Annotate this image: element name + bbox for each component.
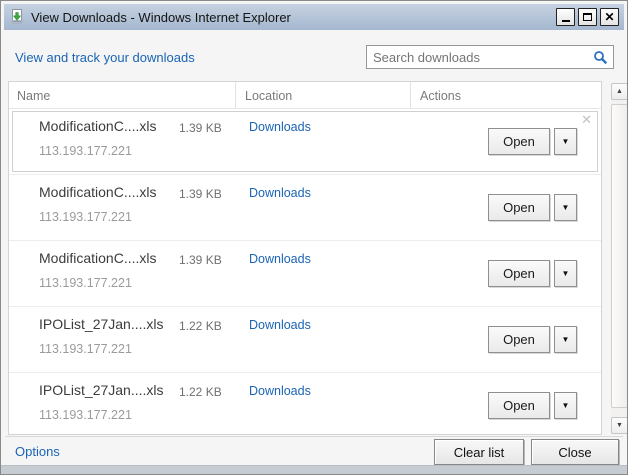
source-address: 113.193.177.221	[39, 342, 132, 356]
scroll-up-button[interactable]: ▲	[611, 83, 628, 100]
download-list: ModificationC....xls 1.39 KB Downloads 1…	[9, 109, 601, 435]
file-name: ModificationC....xls	[39, 118, 156, 134]
maximize-button[interactable]	[578, 8, 597, 26]
window-title: View Downloads - Windows Internet Explor…	[31, 10, 291, 25]
window-bottom-edge	[1, 465, 627, 474]
caret-down-icon: ▼	[562, 269, 570, 278]
file-name: ModificationC....xls	[39, 184, 156, 200]
caret-down-icon: ▼	[562, 137, 570, 146]
file-size: 1.39 KB	[179, 253, 222, 267]
column-divider	[410, 82, 411, 108]
column-header-name: Name	[17, 89, 50, 103]
minimize-icon	[562, 14, 570, 22]
open-dropdown-button[interactable]: ▼	[554, 128, 577, 155]
clear-list-button[interactable]: Clear list	[434, 439, 524, 465]
source-address: 113.193.177.221	[39, 276, 132, 290]
vertical-scrollbar[interactable]: ▲ ▼	[611, 83, 628, 434]
location-link[interactable]: Downloads	[249, 318, 311, 332]
window-controls: ✕	[556, 8, 619, 26]
file-size: 1.39 KB	[179, 121, 222, 135]
scroll-down-icon: ▼	[616, 422, 623, 429]
scroll-up-icon: ▲	[616, 88, 623, 95]
open-dropdown-button[interactable]: ▼	[554, 260, 577, 287]
download-row[interactable]: IPOList_27Jan....xls 1.22 KB Downloads 1…	[9, 307, 601, 373]
close-dialog-button[interactable]: Close	[531, 439, 619, 465]
close-button[interactable]: ✕	[600, 8, 619, 26]
caret-down-icon: ▼	[562, 401, 570, 410]
download-row[interactable]: IPOList_27Jan....xls 1.22 KB Downloads 1…	[9, 373, 601, 435]
scrollbar-thumb[interactable]	[611, 104, 628, 408]
minimize-button[interactable]	[556, 8, 575, 26]
downloads-list-container: Name Location Actions ModificationC....x…	[8, 81, 602, 435]
open-dropdown-button[interactable]: ▼	[554, 326, 577, 353]
open-button[interactable]: Open	[488, 260, 550, 287]
caret-down-icon: ▼	[562, 335, 570, 344]
location-link[interactable]: Downloads	[249, 186, 311, 200]
open-button[interactable]: Open	[488, 326, 550, 353]
column-header-actions: Actions	[420, 89, 461, 103]
source-address: 113.193.177.221	[39, 408, 132, 422]
open-button[interactable]: Open	[488, 194, 550, 221]
download-row[interactable]: ModificationC....xls 1.39 KB Downloads 1…	[9, 241, 601, 307]
file-name: IPOList_27Jan....xls	[39, 316, 164, 332]
caret-down-icon: ▼	[562, 203, 570, 212]
file-size: 1.22 KB	[179, 385, 222, 399]
download-row[interactable]: ModificationC....xls 1.39 KB Downloads 1…	[9, 175, 601, 241]
source-address: 113.193.177.221	[39, 144, 132, 158]
options-link[interactable]: Options	[15, 444, 60, 459]
column-divider	[235, 82, 236, 108]
view-downloads-window: View Downloads - Windows Internet Explor…	[0, 0, 628, 475]
open-dropdown-button[interactable]: ▼	[554, 392, 577, 419]
search-box	[366, 45, 614, 69]
download-row[interactable]: ModificationC....xls 1.39 KB Downloads 1…	[9, 109, 601, 175]
titlebar[interactable]: View Downloads - Windows Internet Explor…	[4, 4, 624, 30]
source-address: 113.193.177.221	[39, 210, 132, 224]
footer-divider	[5, 436, 623, 437]
location-link[interactable]: Downloads	[249, 252, 311, 266]
open-button[interactable]: Open	[488, 128, 550, 155]
close-icon: ✕	[604, 11, 614, 23]
search-button[interactable]	[587, 46, 613, 68]
download-page-icon	[9, 9, 25, 25]
file-name: IPOList_27Jan....xls	[39, 382, 164, 398]
view-track-downloads-link[interactable]: View and track your downloads	[15, 50, 195, 65]
file-name: ModificationC....xls	[39, 250, 156, 266]
file-size: 1.39 KB	[179, 187, 222, 201]
column-header-location: Location	[245, 89, 292, 103]
scroll-down-button[interactable]: ▼	[611, 417, 628, 434]
search-icon	[593, 50, 608, 65]
location-link[interactable]: Downloads	[249, 120, 311, 134]
list-header: Name Location Actions	[9, 82, 601, 109]
file-size: 1.22 KB	[179, 319, 222, 333]
location-link[interactable]: Downloads	[249, 384, 311, 398]
remove-download-button[interactable]: ✕	[581, 113, 592, 126]
search-input[interactable]	[367, 46, 587, 68]
open-button[interactable]: Open	[488, 392, 550, 419]
open-dropdown-button[interactable]: ▼	[554, 194, 577, 221]
maximize-icon	[583, 13, 592, 21]
